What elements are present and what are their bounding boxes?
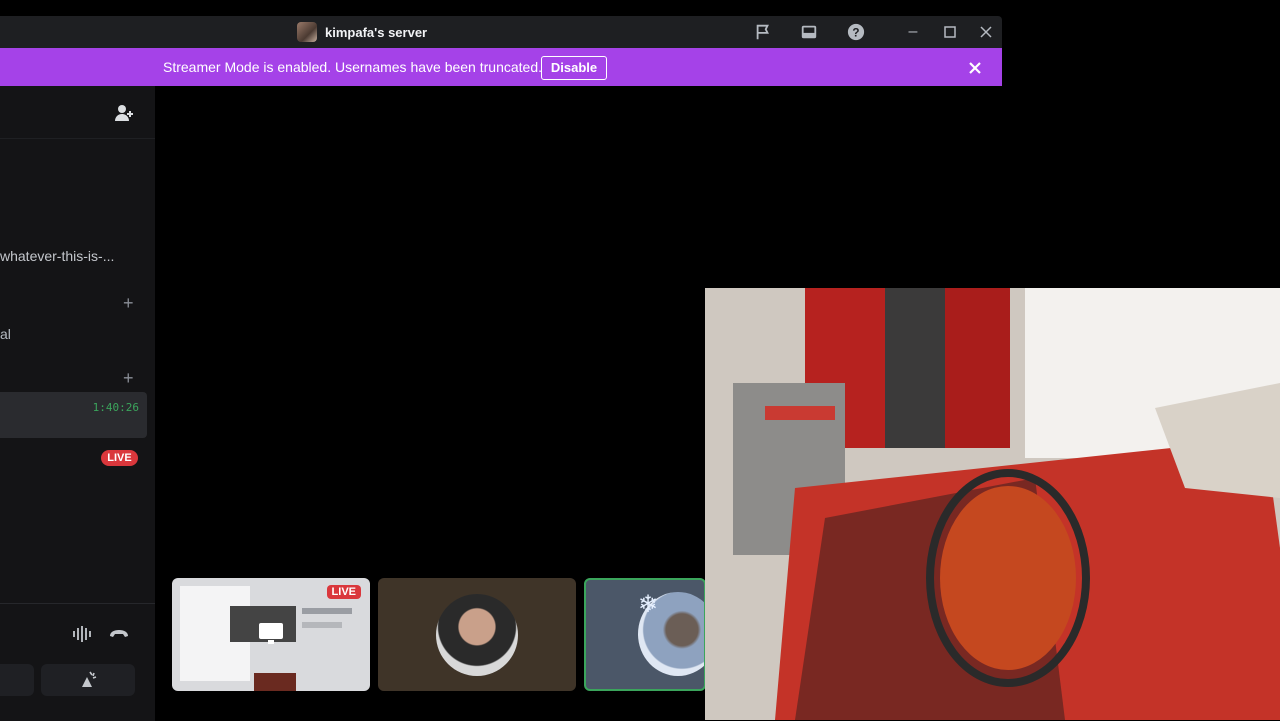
camera-button[interactable] bbox=[0, 664, 34, 696]
channel-sidebar: whatever-this-is-... + al + 1:40:26 LIVE bbox=[0, 86, 155, 721]
voice-timer: 1:40:26 bbox=[92, 401, 139, 414]
svg-text:?: ? bbox=[852, 27, 859, 40]
shared-screen-text bbox=[302, 608, 352, 614]
disconnect-icon[interactable] bbox=[108, 623, 130, 645]
inbox-icon[interactable] bbox=[799, 23, 819, 41]
channel-name[interactable]: whatever-this-is-... bbox=[0, 248, 114, 264]
disable-button[interactable]: Disable bbox=[541, 56, 607, 80]
sidebar-header bbox=[0, 86, 155, 139]
flag-icon[interactable] bbox=[754, 23, 772, 41]
minimize-icon[interactable]: – bbox=[901, 20, 925, 44]
close-icon[interactable] bbox=[974, 20, 998, 44]
channel-name-2[interactable]: al bbox=[0, 326, 11, 342]
noise-suppression-icon[interactable] bbox=[71, 623, 93, 645]
add-channel-icon-2[interactable]: + bbox=[123, 369, 137, 387]
server-name: kimpafa's server bbox=[325, 24, 428, 40]
activity-icon bbox=[82, 671, 97, 687]
banner-close-icon[interactable] bbox=[965, 58, 985, 78]
tile-live-badge: LIVE bbox=[326, 585, 361, 599]
server-avatar bbox=[297, 22, 317, 42]
shared-screen-thumb bbox=[254, 673, 296, 691]
titlebar: kimpafa's server ? – bbox=[0, 16, 1002, 48]
screen-share-tile[interactable]: LIVE bbox=[172, 578, 370, 691]
speaking-participant-tile[interactable]: ❄ bbox=[584, 578, 706, 691]
banner-message: Streamer Mode is enabled. Usernames have… bbox=[163, 59, 542, 75]
live-badge: LIVE bbox=[101, 450, 138, 466]
voice-connection-panel bbox=[0, 603, 155, 721]
server-title: kimpafa's server bbox=[297, 22, 427, 42]
screen-share-icon bbox=[259, 623, 283, 644]
snowflake-icon: ❄ bbox=[638, 591, 659, 618]
maximize-icon[interactable] bbox=[938, 20, 962, 44]
invite-people-icon[interactable] bbox=[114, 103, 134, 123]
activity-button[interactable] bbox=[41, 664, 135, 696]
shared-screen-text bbox=[302, 622, 342, 628]
webcam-scene bbox=[705, 288, 1280, 720]
avatar bbox=[436, 594, 518, 676]
voice-channel-row[interactable]: 1:40:26 bbox=[0, 392, 147, 438]
participant-tile[interactable] bbox=[378, 578, 576, 691]
streamer-mode-banner: Streamer Mode is enabled. Usernames have… bbox=[0, 48, 1002, 86]
add-channel-icon[interactable]: + bbox=[123, 294, 137, 312]
webcam-overlay bbox=[705, 288, 1280, 720]
help-icon[interactable]: ? bbox=[846, 23, 866, 41]
